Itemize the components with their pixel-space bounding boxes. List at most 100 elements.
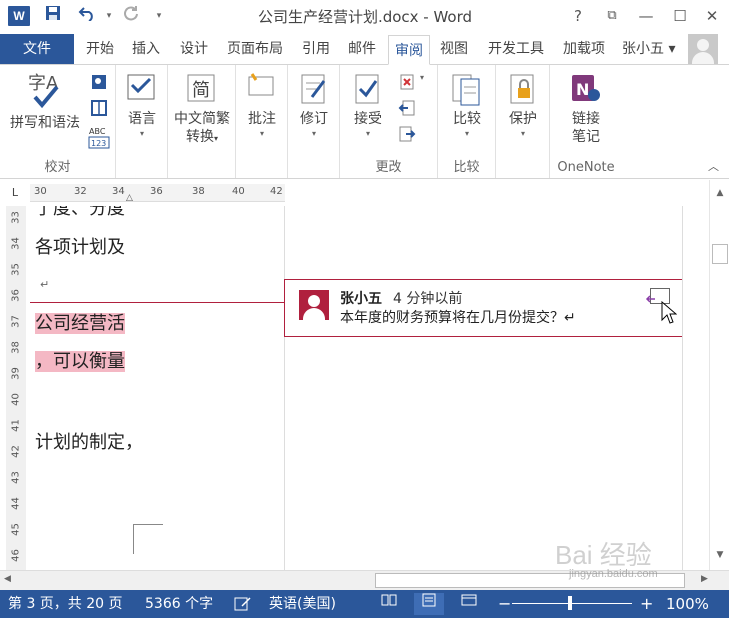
- ruler-tick: 35: [10, 263, 22, 276]
- watermark-logo: Bai 经验: [555, 540, 652, 570]
- mouse-cursor-icon: [661, 301, 677, 324]
- minimize-button[interactable]: —: [634, 4, 658, 28]
- title-bar: W ▾ ▾ 公司生产经营计划.docx - Word ? ⧉ — ☐ ✕: [0, 0, 729, 34]
- ruler-tick: 37: [10, 315, 22, 328]
- group-changes: 接受 ▾ ▾ 更改: [340, 65, 438, 178]
- protect-button[interactable]: 保护 ▾: [501, 71, 545, 140]
- tab-view[interactable]: 视图: [434, 34, 474, 64]
- word-app-icon[interactable]: W: [8, 6, 30, 26]
- scroll-right-icon[interactable]: ▶: [701, 574, 708, 584]
- svg-text:N: N: [576, 80, 589, 99]
- reject-icon[interactable]: [398, 73, 418, 91]
- word-count-status[interactable]: 5366 个字: [145, 590, 213, 618]
- read-mode-icon[interactable]: [374, 593, 404, 615]
- accept-icon: [355, 74, 379, 104]
- scroll-down-icon[interactable]: ▼: [712, 550, 728, 564]
- compare-dropdown-icon: ▾: [464, 129, 469, 138]
- help-button[interactable]: ?: [566, 4, 590, 28]
- account-user-name[interactable]: 张小五 ▾: [622, 34, 675, 64]
- tab-mailings[interactable]: 邮件: [340, 34, 384, 64]
- spelling-grammar-button[interactable]: 字A 拼写和语法: [6, 71, 84, 132]
- horizontal-ruler[interactable]: 30 32 34 36 38 40 42 △: [30, 184, 285, 203]
- research-icon[interactable]: [90, 73, 110, 91]
- commented-text[interactable]: 公司经营活: [35, 313, 125, 334]
- reject-dropdown-icon[interactable]: ▾: [420, 73, 440, 91]
- web-layout-icon[interactable]: [454, 593, 484, 615]
- ribbon-tabs: 文件 开始 插入 设计 页面布局 引用 邮件 审阅 视图 开发工具 加载项 张小…: [0, 34, 729, 65]
- tab-developer[interactable]: 开发工具: [480, 34, 552, 64]
- zoom-slider-thumb[interactable]: [568, 596, 572, 610]
- comment-avatar: [299, 290, 329, 320]
- ruler-tick: 42: [10, 445, 22, 458]
- tab-design[interactable]: 设计: [172, 34, 216, 64]
- protect-label: 保护: [509, 111, 537, 127]
- comments-dropdown-icon: ▾: [259, 129, 264, 138]
- document-page[interactable]: 了度、分度 各项计划及 ↵ 公司经营活 ，可以衡量 计划的制定，: [30, 206, 284, 570]
- print-layout-icon[interactable]: [414, 593, 444, 615]
- language-button[interactable]: 语言 ▾: [120, 71, 164, 140]
- tab-file[interactable]: 文件: [0, 34, 74, 64]
- language-status[interactable]: 英语(美国): [269, 590, 336, 618]
- status-bar: 第 3 页，共 20 页 5366 个字 英语(美国) − + 100%: [0, 590, 729, 618]
- redo-icon[interactable]: [120, 5, 142, 27]
- tab-insert[interactable]: 插入: [126, 34, 166, 64]
- group-label-compare: 比较: [453, 160, 480, 175]
- comment-text[interactable]: 本年度的财务预算将在几月份提交？↵: [340, 307, 576, 327]
- tab-selector[interactable]: L: [8, 186, 22, 200]
- zoom-in-button[interactable]: +: [640, 590, 653, 618]
- maximize-button[interactable]: ☐: [668, 4, 692, 28]
- ruler-tick: 40: [10, 393, 22, 406]
- group-protect: 保护 ▾: [496, 65, 550, 178]
- vertical-ruler[interactable]: 33 34 35 36 37 38 39 40 41 42 43 44 45 4…: [6, 206, 26, 570]
- group-onenote: N 链接 笔记 OneNote: [550, 65, 622, 178]
- save-icon[interactable]: [42, 5, 64, 27]
- page-number-status[interactable]: 第 3 页，共 20 页: [8, 590, 123, 618]
- undo-icon[interactable]: [76, 5, 98, 27]
- chinese-conversion-label-1: 中文简繁: [174, 111, 230, 127]
- zoom-out-button[interactable]: −: [498, 590, 511, 618]
- chinese-conversion-button[interactable]: 简 中文简繁 转换▾: [170, 71, 234, 148]
- ruler-tick: 38: [192, 186, 205, 197]
- tab-addins[interactable]: 加载项: [556, 34, 612, 64]
- onenote-icon: N: [572, 75, 600, 101]
- track-changes-icon: [301, 74, 326, 104]
- word-count-icon[interactable]: ABC 123: [88, 125, 112, 149]
- close-button[interactable]: ✕: [700, 4, 724, 28]
- thesaurus-icon[interactable]: [90, 99, 110, 117]
- compare-label: 比较: [453, 111, 481, 127]
- ruler-tick: 43: [10, 471, 22, 484]
- vertical-scrollbar[interactable]: ▲ ▼: [709, 180, 729, 570]
- comments-label: 批注: [248, 111, 276, 127]
- document-line: 计划的制定，: [35, 432, 143, 453]
- group-label-changes: 更改: [375, 160, 402, 175]
- commented-text[interactable]: ，可以衡量: [35, 351, 125, 372]
- previous-change-icon[interactable]: [398, 99, 418, 117]
- scroll-up-icon[interactable]: ▲: [712, 188, 728, 202]
- next-change-icon[interactable]: [398, 125, 418, 143]
- tab-home[interactable]: 开始: [80, 34, 120, 64]
- proofing-status-icon[interactable]: [234, 590, 252, 618]
- account-avatar[interactable]: [688, 34, 718, 64]
- collapse-ribbon-icon[interactable]: ︿: [708, 158, 719, 174]
- tab-layout[interactable]: 页面布局: [220, 34, 290, 64]
- compare-button[interactable]: 比较 ▾: [444, 71, 490, 140]
- ruler-tick: 42: [270, 186, 283, 197]
- comments-button[interactable]: 批注 ▾: [240, 71, 284, 140]
- tab-review[interactable]: 审阅: [388, 35, 430, 65]
- vertical-scroll-thumb[interactable]: [712, 244, 728, 264]
- ruler-tick: 36: [10, 289, 22, 302]
- zoom-slider[interactable]: [512, 603, 632, 604]
- ruler-tick: 36: [150, 186, 163, 197]
- tab-references[interactable]: 引用: [294, 34, 338, 64]
- zoom-level[interactable]: 100%: [666, 590, 709, 618]
- ribbon-display-options-button[interactable]: ⧉: [600, 4, 624, 28]
- customize-qat-icon[interactable]: ▾: [148, 5, 170, 27]
- scroll-left-icon[interactable]: ◀: [4, 574, 11, 584]
- comment-balloon[interactable]: 张小五 4 分钟以前 本年度的财务预算将在几月份提交？↵: [284, 279, 682, 337]
- accept-button[interactable]: 接受 ▾: [346, 71, 390, 140]
- linked-notes-button[interactable]: N 链接 笔记: [562, 71, 610, 146]
- comment-author: 张小五: [340, 291, 382, 307]
- undo-dropdown-icon[interactable]: ▾: [98, 5, 120, 27]
- track-changes-button[interactable]: 修订 ▾: [292, 71, 336, 140]
- indent-marker-icon[interactable]: △: [126, 193, 133, 203]
